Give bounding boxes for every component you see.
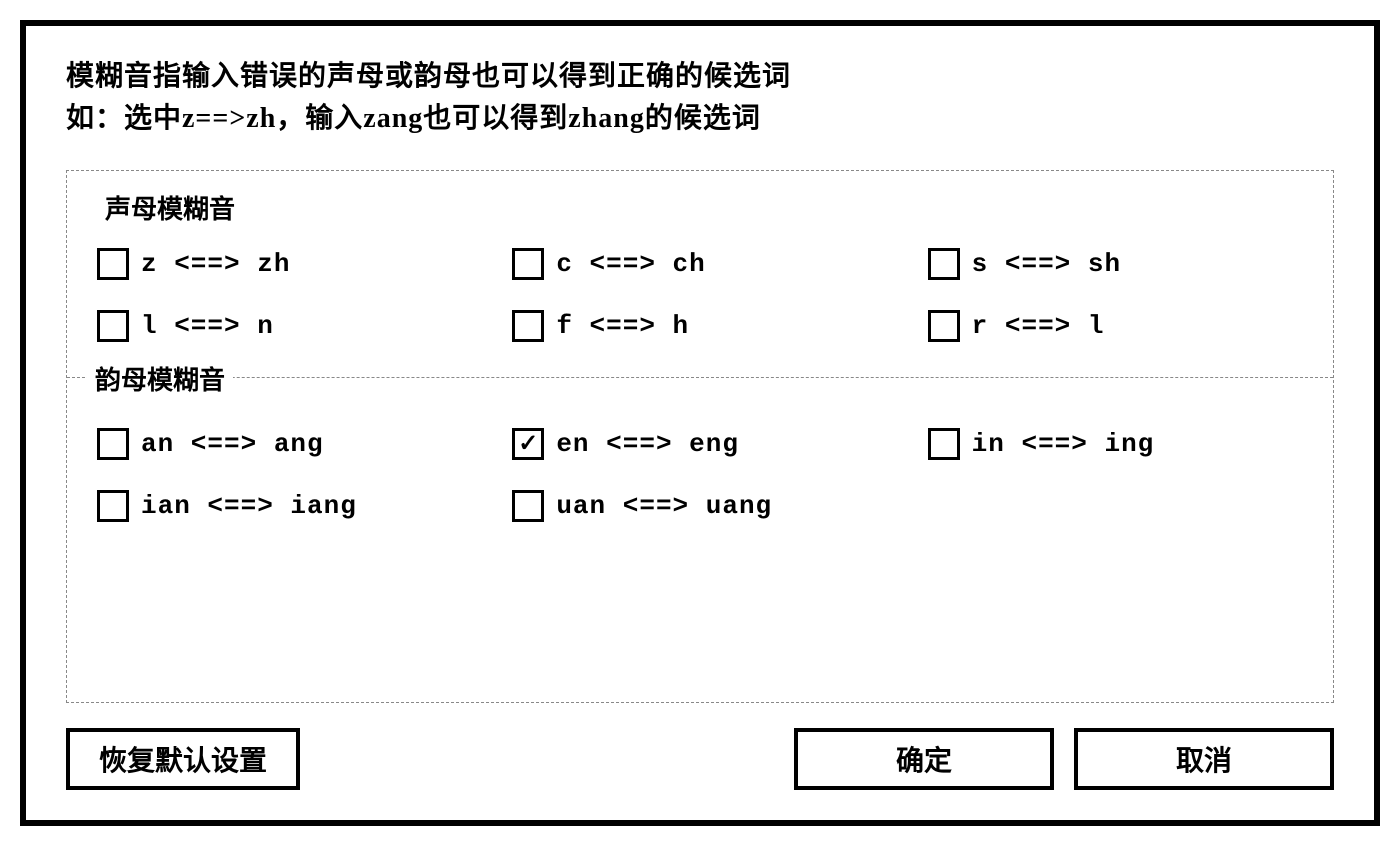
groups-container: 声母模糊音 z <==> zh c <==> ch s <==> sh l <=…: [66, 170, 1334, 703]
checkbox-uan-uang[interactable]: [512, 490, 544, 522]
checkbox-item-l-n: l <==> n: [97, 310, 472, 342]
checkbox-item-en-eng: en <==> eng: [512, 428, 887, 460]
button-row: 恢复默认设置 确定 取消: [66, 728, 1334, 790]
fuzzy-pinyin-dialog: 模糊音指输入错误的声母或韵母也可以得到正确的候选词 如：选中z==>zh，输入z…: [20, 20, 1380, 826]
checkbox-label: uan <==> uang: [556, 491, 772, 521]
checkbox-label: z <==> zh: [141, 249, 290, 279]
checkbox-c-ch[interactable]: [512, 248, 544, 280]
checkbox-label: l <==> n: [141, 311, 274, 341]
checkbox-item-in-ing: in <==> ing: [928, 428, 1303, 460]
finals-group: 韵母模糊音 an <==> ang en <==> eng in <==> in…: [67, 377, 1333, 557]
checkbox-item-uan-uang: uan <==> uang: [512, 490, 887, 522]
cancel-button[interactable]: 取消: [1074, 728, 1334, 790]
description-line-2: 如：选中z==>zh，输入zang也可以得到zhang的候选词: [66, 98, 1334, 140]
checkbox-item-an-ang: an <==> ang: [97, 428, 472, 460]
checkbox-label: r <==> l: [972, 311, 1105, 341]
initials-grid: z <==> zh c <==> ch s <==> sh l <==> n f…: [97, 238, 1303, 352]
checkbox-label: an <==> ang: [141, 429, 324, 459]
ok-button[interactable]: 确定: [794, 728, 1054, 790]
description-text: 模糊音指输入错误的声母或韵母也可以得到正确的候选词 如：选中z==>zh，输入z…: [66, 56, 1334, 140]
finals-grid: an <==> ang en <==> eng in <==> ing ian …: [97, 418, 1303, 532]
finals-group-title: 韵母模糊音: [87, 360, 233, 397]
initials-group: 声母模糊音 z <==> zh c <==> ch s <==> sh l <=…: [67, 171, 1333, 377]
checkbox-label: c <==> ch: [556, 249, 705, 279]
checkbox-label: s <==> sh: [972, 249, 1121, 279]
checkbox-l-n[interactable]: [97, 310, 129, 342]
checkbox-label: in <==> ing: [972, 429, 1155, 459]
checkbox-s-sh[interactable]: [928, 248, 960, 280]
checkbox-item-c-ch: c <==> ch: [512, 248, 887, 280]
checkbox-item-s-sh: s <==> sh: [928, 248, 1303, 280]
checkbox-r-l[interactable]: [928, 310, 960, 342]
checkbox-item-ian-iang: ian <==> iang: [97, 490, 472, 522]
description-line-1: 模糊音指输入错误的声母或韵母也可以得到正确的候选词: [66, 56, 1334, 98]
initials-group-title: 声母模糊音: [97, 189, 1303, 226]
reset-button[interactable]: 恢复默认设置: [66, 728, 300, 790]
checkbox-ian-iang[interactable]: [97, 490, 129, 522]
checkbox-en-eng[interactable]: [512, 428, 544, 460]
checkbox-item-r-l: r <==> l: [928, 310, 1303, 342]
checkbox-item-z-zh: z <==> zh: [97, 248, 472, 280]
checkbox-label: f <==> h: [556, 311, 689, 341]
checkbox-z-zh[interactable]: [97, 248, 129, 280]
checkbox-item-f-h: f <==> h: [512, 310, 887, 342]
checkbox-label: en <==> eng: [556, 429, 739, 459]
checkbox-f-h[interactable]: [512, 310, 544, 342]
checkbox-an-ang[interactable]: [97, 428, 129, 460]
checkbox-in-ing[interactable]: [928, 428, 960, 460]
checkbox-label: ian <==> iang: [141, 491, 357, 521]
